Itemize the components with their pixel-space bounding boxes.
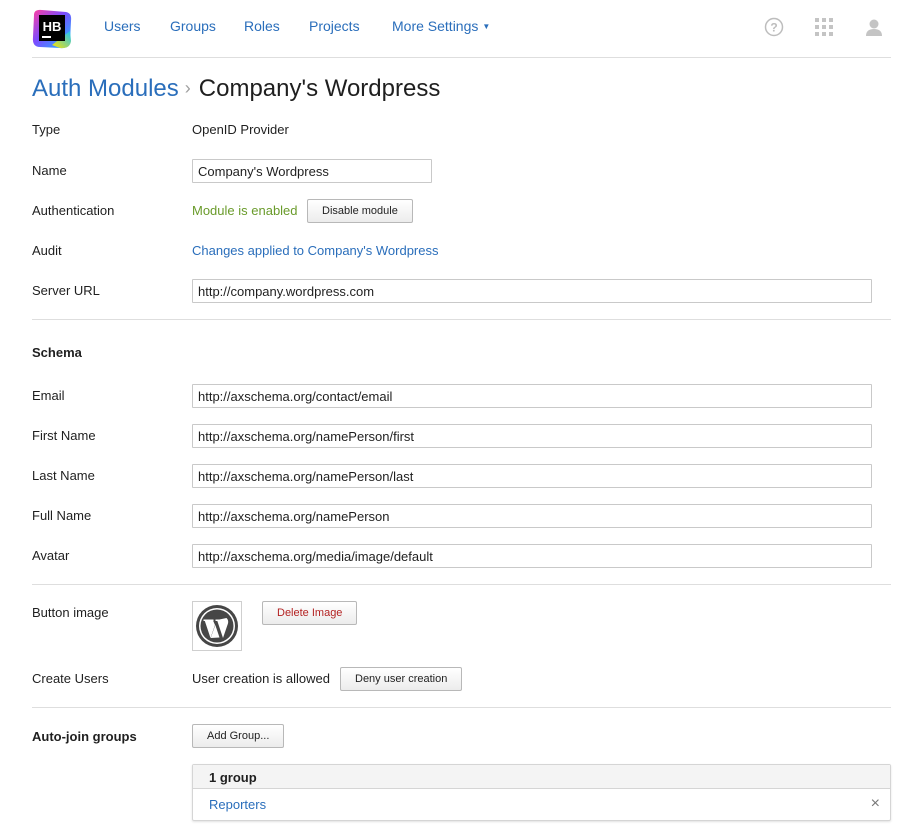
section-divider [32,584,891,585]
top-navigation: HB Users Groups Roles Projects More Sett… [0,0,923,56]
hub-logo[interactable]: HB [30,7,74,51]
breadcrumb-separator-icon: › [184,78,191,98]
section-divider [32,319,891,320]
help-icon[interactable]: ? [764,17,784,37]
type-value: OpenID Provider [192,122,289,137]
create-users-label: Create Users [32,671,109,686]
remove-group-close-icon[interactable]: × [871,795,880,813]
disable-module-button[interactable]: Disable module [307,199,413,223]
nav-divider [32,57,891,58]
last-name-schema-input[interactable] [192,464,872,488]
authentication-label: Authentication [32,203,115,218]
module-enabled-status: Module is enabled [192,203,298,218]
server-url-label: Server URL [32,283,100,298]
breadcrumb-current: Company's Wordpress [198,75,441,102]
avatar-schema-input[interactable] [192,544,872,568]
nav-more-settings-label: More Settings [392,18,479,34]
email-schema-input[interactable] [192,384,872,408]
avatar-label: Avatar [32,548,70,563]
name-input[interactable] [192,159,432,183]
server-url-input[interactable] [192,279,872,303]
wordpress-logo-icon [196,605,238,647]
caret-down-icon: ▼ [482,22,491,31]
breadcrumb-auth-modules-link[interactable]: Auth Modules [32,75,179,102]
delete-image-button[interactable]: Delete Image [262,601,358,625]
apps-grid-icon[interactable] [814,17,834,37]
type-label: Type [32,122,61,137]
deny-user-creation-button[interactable]: Deny user creation [340,667,463,691]
last-name-label: Last Name [32,468,95,483]
nav-groups[interactable]: Groups [170,18,216,34]
groups-count-header: 1 group [193,765,890,789]
email-label: Email [32,388,65,403]
first-name-schema-input[interactable] [192,424,872,448]
user-creation-status: User creation is allowed [192,671,331,686]
nav-roles[interactable]: Roles [244,18,280,34]
group-reporters-link[interactable]: Reporters [209,797,266,812]
nav-users[interactable]: Users [104,18,141,34]
groups-table: 1 group Reporters × [192,764,891,821]
nav-projects[interactable]: Projects [309,18,360,34]
user-avatar-icon[interactable] [864,17,884,37]
button-image-preview [192,601,242,651]
section-divider [32,707,891,708]
svg-text:HB: HB [43,19,62,34]
auto-join-groups-label: Auto-join groups [32,729,137,744]
schema-heading: Schema [32,345,82,360]
audit-changes-link[interactable]: Changes applied to Company's Wordpress [192,243,439,258]
page-title: Auth Modules › Company's Wordpress [32,72,440,105]
nav-more-settings[interactable]: More Settings ▼ [392,18,490,34]
button-image-label: Button image [32,605,109,620]
name-label: Name [32,163,67,178]
svg-text:?: ? [770,21,777,35]
full-name-schema-input[interactable] [192,504,872,528]
group-row: Reporters × [193,789,890,821]
first-name-label: First Name [32,428,96,443]
audit-label: Audit [32,243,62,258]
full-name-label: Full Name [32,508,92,523]
add-group-button[interactable]: Add Group... [192,724,285,748]
